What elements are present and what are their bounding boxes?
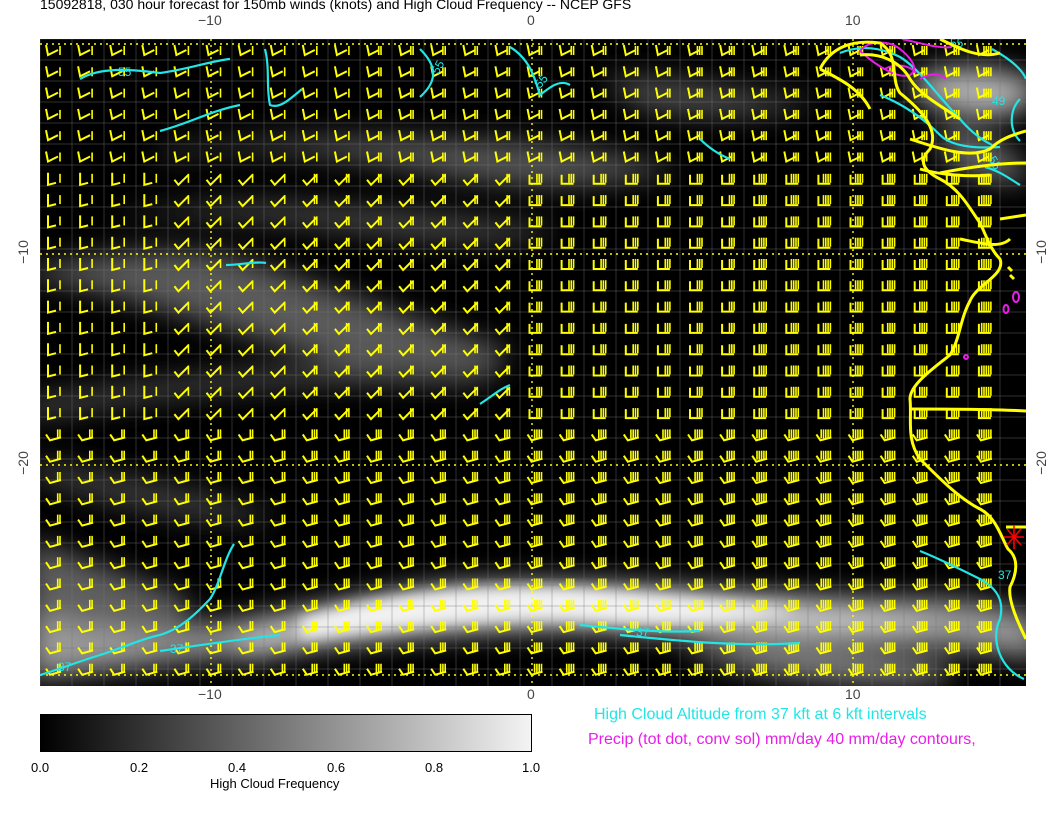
colorbar-tick-label: 1.0 <box>522 760 541 775</box>
left-y-tick-label: −20 <box>14 451 31 475</box>
weather-map: 55 55 55 55 49 55 37 37 37 37 <box>40 39 1026 686</box>
colorbar-tick-label: 0.6 <box>327 760 346 775</box>
map-title: 15092818, 030 hour forecast for 150mb wi… <box>40 0 632 12</box>
top-x-tick-label: 0 <box>527 12 535 28</box>
cloud-altitude-legend: High Cloud Altitude from 37 kft at 6 kft… <box>594 706 927 723</box>
precip-legend: Precip (tot dot, conv sol) mm/day 40 mm/… <box>588 731 976 748</box>
colorbar-tick-label: 0.0 <box>31 760 50 775</box>
contour-label: 55 <box>118 65 132 79</box>
contour-label: 37 <box>998 568 1012 582</box>
contour-label: 49 <box>992 94 1006 108</box>
bottom-x-tick-label: 0 <box>527 686 535 702</box>
top-x-tick-label: 10 <box>845 12 861 28</box>
right-y-tick-label: −10 <box>1032 240 1049 264</box>
colorbar-gradient <box>40 714 532 752</box>
left-y-tick-label: −10 <box>14 240 31 264</box>
colorbar-tick-label: 0.2 <box>130 760 149 775</box>
bottom-x-tick-label: 10 <box>845 686 861 702</box>
colorbar-title: High Cloud Frequency <box>210 776 340 791</box>
top-x-tick-label: −10 <box>198 12 222 28</box>
colorbar-tick-label: 0.8 <box>425 760 444 775</box>
right-y-tick-label: −20 <box>1032 451 1049 475</box>
bottom-x-tick-label: −10 <box>198 686 222 702</box>
contour-label: 37 <box>170 642 184 656</box>
colorbar-tick-label: 0.4 <box>228 760 247 775</box>
contour-label: 37 <box>636 625 650 639</box>
colorbar <box>40 714 532 752</box>
contour-label: 37 <box>58 660 72 674</box>
